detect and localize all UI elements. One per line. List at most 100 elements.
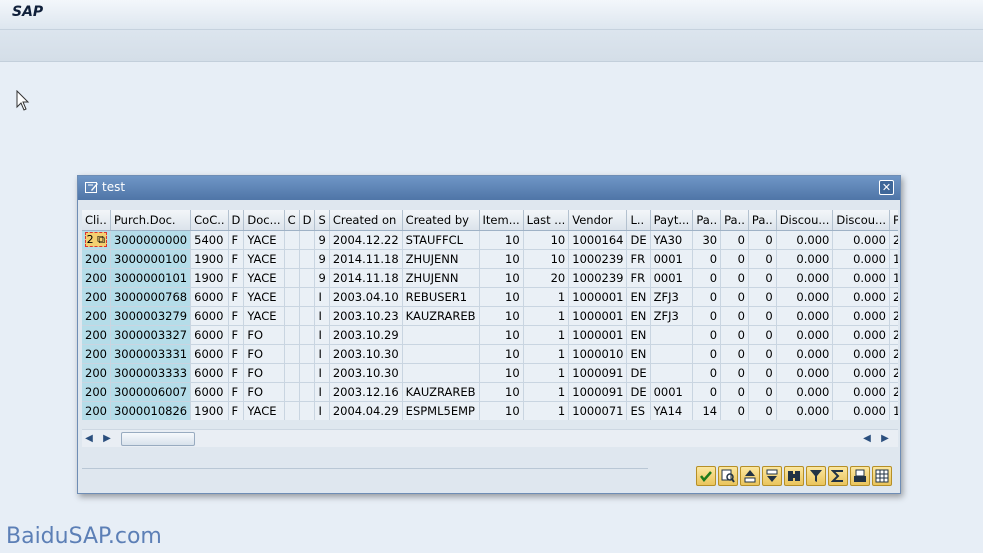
table-cell[interactable]: 0 xyxy=(720,249,749,269)
table-cell[interactable]: 6000 xyxy=(190,325,229,345)
table-cell[interactable]: 0.000 xyxy=(832,344,890,364)
table-cell[interactable] xyxy=(299,344,316,364)
table-cell[interactable]: 0 xyxy=(748,268,777,288)
table-cell[interactable] xyxy=(650,363,694,383)
table-cell[interactable]: YA14 xyxy=(650,401,694,420)
table-cell[interactable]: 1000239 xyxy=(568,249,628,269)
column-header[interactable]: Pa.. xyxy=(692,210,722,231)
table-cell[interactable]: 1 xyxy=(523,363,570,383)
table-cell[interactable] xyxy=(284,382,300,402)
table-cell[interactable]: ESPML5EMP xyxy=(402,401,480,420)
table-cell[interactable]: 0 xyxy=(748,363,777,383)
table-cell[interactable]: 6000 xyxy=(190,287,229,307)
table-cell[interactable] xyxy=(402,325,480,345)
table-cell[interactable]: 0 xyxy=(748,249,777,269)
table-cell[interactable]: 1 xyxy=(523,401,570,420)
table-cell[interactable]: 0.000 xyxy=(776,325,834,345)
table-row[interactable]: 200 3000003279 6000 F YACE I 2003.10.23 KAUZRAR… xyxy=(82,306,898,326)
table-cell[interactable]: 3000000101 xyxy=(110,268,192,288)
table-cell[interactable]: 2003.10.29 xyxy=(329,325,403,345)
table-cell[interactable] xyxy=(299,230,316,250)
table-cell[interactable]: 0.000 xyxy=(776,401,834,420)
table-cell[interactable]: 20 xyxy=(889,382,898,402)
table-cell[interactable]: 0 xyxy=(720,325,749,345)
sort-ascending-icon[interactable] xyxy=(740,466,760,486)
table-cell[interactable]: I xyxy=(314,401,330,420)
table-cell[interactable]: 1 xyxy=(523,382,570,402)
table-cell[interactable]: DE xyxy=(626,382,651,402)
table-cell[interactable]: ES xyxy=(626,401,651,420)
table-cell[interactable]: 0.000 xyxy=(832,306,890,326)
table-cell[interactable]: 0 xyxy=(692,363,722,383)
table-cell[interactable]: 10 xyxy=(479,230,524,250)
table-cell[interactable]: 3000000100 xyxy=(110,249,192,269)
table-cell[interactable]: 2004.12.22 xyxy=(329,230,403,250)
table-cell[interactable]: 1000001 xyxy=(568,306,628,326)
table-cell[interactable]: 200 xyxy=(82,401,111,420)
table-cell[interactable]: 10 xyxy=(479,344,524,364)
table-cell[interactable]: EN xyxy=(626,306,651,326)
table-row[interactable]: 200 3000003333 6000 F FO I 2003.10.30 10 1 100009… xyxy=(82,363,898,383)
table-cell[interactable]: 2004.04.29 xyxy=(329,401,403,420)
table-cell[interactable]: 2003.12.16 xyxy=(329,382,403,402)
horizontal-scrollbar[interactable]: ◀ ▶ ◀ ▶ xyxy=(82,429,898,447)
table-cell[interactable] xyxy=(299,287,316,307)
table-cell[interactable]: 3000003331 xyxy=(110,344,192,364)
column-header[interactable]: Doc... xyxy=(243,210,285,231)
find-icon[interactable] xyxy=(784,466,804,486)
table-cell[interactable]: 0 xyxy=(748,401,777,420)
table-cell[interactable]: 200 xyxy=(82,325,111,345)
table-cell[interactable]: 0.000 xyxy=(776,268,834,288)
table-cell[interactable]: YACE xyxy=(243,306,285,326)
table-cell[interactable]: STAUFFCL xyxy=(402,230,480,250)
table-cell[interactable]: 10 xyxy=(479,249,524,269)
table-cell[interactable]: 1900 xyxy=(190,268,229,288)
table-cell[interactable]: 2003.10.23 xyxy=(329,306,403,326)
table-cell[interactable]: 20 xyxy=(889,287,898,307)
table-cell[interactable]: 6000 xyxy=(190,382,229,402)
table-cell[interactable]: FO xyxy=(243,382,285,402)
column-header[interactable]: D xyxy=(299,210,316,231)
table-cell[interactable]: 30 xyxy=(692,230,722,250)
table-cell[interactable]: 1000010 xyxy=(568,344,628,364)
table-cell[interactable]: 0001 xyxy=(650,249,694,269)
column-header[interactable]: Cli.. xyxy=(82,210,111,231)
table-cell[interactable]: 0 xyxy=(692,287,722,307)
table-cell[interactable]: 0.000 xyxy=(776,306,834,326)
table-cell[interactable]: 3000010826 xyxy=(110,401,192,420)
table-cell[interactable]: 10 xyxy=(479,363,524,383)
print-icon[interactable] xyxy=(850,466,870,486)
table-cell[interactable]: YACE xyxy=(243,401,285,420)
table-cell[interactable]: EN xyxy=(626,344,651,364)
table-cell[interactable]: 0 xyxy=(748,287,777,307)
table-cell[interactable]: 200 xyxy=(82,287,111,307)
table-cell[interactable]: FO xyxy=(243,325,285,345)
table-cell[interactable]: 2 ⧉ xyxy=(82,230,111,250)
table-cell[interactable]: YACE xyxy=(243,268,285,288)
table-cell[interactable] xyxy=(284,287,300,307)
table-cell[interactable]: 0.000 xyxy=(832,287,890,307)
table-cell[interactable]: 20 xyxy=(889,306,898,326)
table-cell[interactable]: 3000006007 xyxy=(110,382,192,402)
table-cell[interactable]: DE xyxy=(626,363,651,383)
table-cell[interactable]: 2003.04.10 xyxy=(329,287,403,307)
column-header[interactable]: Payt... xyxy=(650,210,694,231)
table-cell[interactable]: 0 xyxy=(720,344,749,364)
table-cell[interactable]: ZHUJENN xyxy=(402,268,480,288)
table-cell[interactable]: 5400 xyxy=(190,230,229,250)
table-cell[interactable]: 1 xyxy=(523,344,570,364)
scroll-left-icon[interactable]: ◀ xyxy=(82,432,96,446)
table-cell[interactable]: 0 xyxy=(692,268,722,288)
selected-cell[interactable]: 2 ⧉ xyxy=(84,232,107,247)
table-cell[interactable]: EN xyxy=(626,325,651,345)
table-cell[interactable]: F xyxy=(228,325,245,345)
table-cell[interactable]: DE xyxy=(626,230,651,250)
table-cell[interactable]: 1900 xyxy=(190,249,229,269)
table-row[interactable]: 2 ⧉ 3000000000 5400 F YACE 9 2004.12.22 STAUFFC… xyxy=(82,230,898,250)
table-cell[interactable]: 0001 xyxy=(650,268,694,288)
table-cell[interactable]: YA30 xyxy=(650,230,694,250)
table-cell[interactable]: 0 xyxy=(720,306,749,326)
table-cell[interactable] xyxy=(299,306,316,326)
column-header[interactable]: Pu xyxy=(889,210,898,231)
table-cell[interactable]: 200 xyxy=(82,363,111,383)
